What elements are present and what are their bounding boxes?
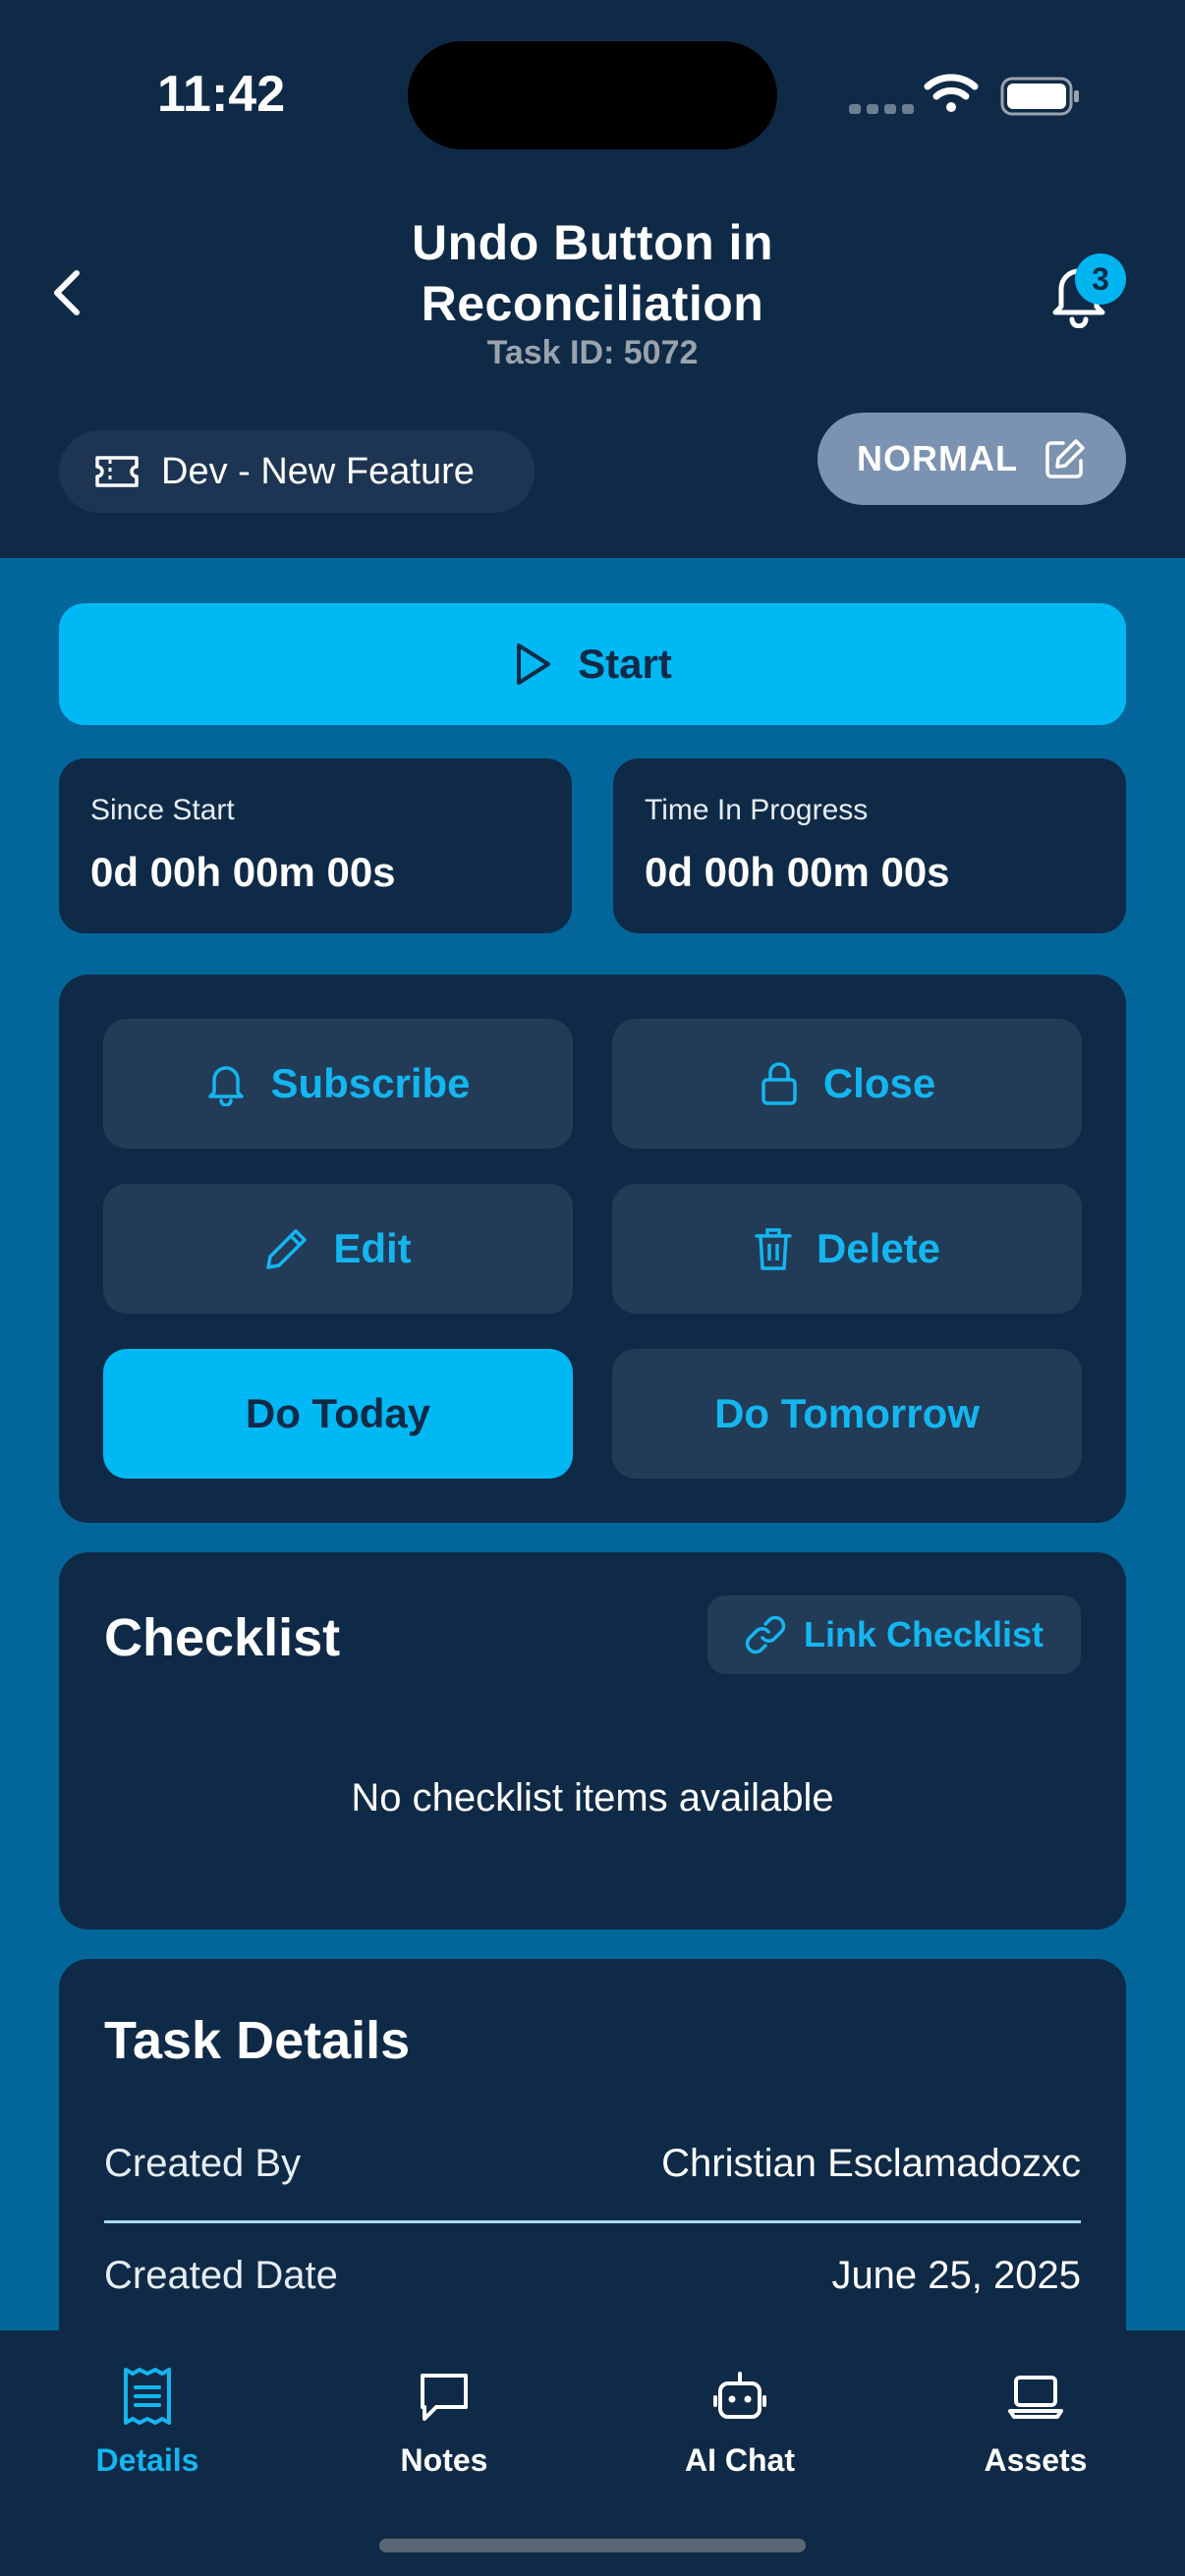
checklist-title: Checklist xyxy=(104,1608,341,1667)
trash-icon xyxy=(755,1228,792,1270)
page-title: Undo Button in Reconciliation xyxy=(412,215,773,331)
delete-button[interactable]: Delete xyxy=(612,1184,1082,1314)
laptop-icon xyxy=(1008,2376,1063,2419)
pencil-icon xyxy=(266,1229,308,1269)
checklist-empty-message: No checklist items available xyxy=(351,1776,834,1820)
tab-assets[interactable]: Assets xyxy=(918,2360,1154,2479)
lock-icon xyxy=(762,1062,797,1105)
chat-bubble-icon xyxy=(421,2374,468,2421)
tab-label: Assets xyxy=(984,2442,1088,2478)
tab-ai-chat[interactable]: AI Chat xyxy=(622,2360,858,2479)
checklist-panel: Checklist Link Checklist No checklist it… xyxy=(59,1552,1126,1930)
start-label: Start xyxy=(578,641,672,687)
tab-label: Details xyxy=(95,2442,199,2478)
ticket-icon xyxy=(95,456,139,487)
notification-badge: 3 xyxy=(1075,253,1126,305)
dynamic-island xyxy=(408,41,777,149)
edit-icon xyxy=(1045,439,1085,478)
back-button[interactable] xyxy=(43,263,92,322)
category-label: Dev - New Feature xyxy=(161,450,475,492)
detail-key: Created By xyxy=(104,2142,302,2185)
detail-value: June 25, 2025 xyxy=(831,2254,1081,2297)
robot-icon xyxy=(713,2372,766,2419)
task-header: 11:42 Undo Button in Reconciliation Task… xyxy=(0,0,1185,558)
status-time: 11:42 xyxy=(157,66,286,123)
actions-card: Subscribe Close Edit Delete Do Today Do … xyxy=(59,975,1126,1523)
tab-details[interactable]: Details xyxy=(29,2360,265,2479)
task-details-title: Task Details xyxy=(104,2011,411,2070)
detail-row-created-by: Created By Christian Esclamadozxc xyxy=(104,2142,1081,2186)
home-indicator[interactable] xyxy=(379,2539,806,2552)
detail-value: Christian Esclamadozxc xyxy=(661,2142,1081,2185)
tab-notes[interactable]: Notes xyxy=(326,2360,562,2479)
subscribe-button[interactable]: Subscribe xyxy=(103,1019,573,1148)
link-icon xyxy=(745,1615,786,1654)
close-button[interactable]: Close xyxy=(612,1019,1082,1148)
bell-icon xyxy=(208,1066,245,1106)
timer-value: 0d 00h 00m 00s xyxy=(645,849,950,895)
task-id: Task ID: 5072 xyxy=(486,334,699,371)
wifi-icon xyxy=(924,74,979,112)
priority-chip[interactable]: NORMAL xyxy=(818,413,1126,505)
detail-key: Created Date xyxy=(104,2254,338,2297)
receipt-icon xyxy=(124,2368,171,2425)
do-tomorrow-button[interactable]: Do Tomorrow xyxy=(612,1349,1082,1479)
timer-label: Time In Progress xyxy=(645,794,869,826)
task-details-panel: Task Details Created By Christian Esclam… xyxy=(59,1959,1126,2372)
cellular-signal-icon xyxy=(849,104,914,114)
start-button[interactable]: Start xyxy=(59,603,1126,725)
battery-icon xyxy=(1000,77,1079,116)
category-chip[interactable]: Dev - New Feature xyxy=(59,430,535,513)
detail-row-created-date: Created Date June 25, 2025 xyxy=(104,2254,1081,2298)
tab-label: AI Chat xyxy=(685,2442,795,2478)
in-progress-timer: Time In Progress 0d 00h 00m 00s xyxy=(613,758,1126,933)
priority-label: NORMAL xyxy=(857,438,1018,478)
tab-label: Notes xyxy=(400,2442,488,2478)
do-today-button[interactable]: Do Today xyxy=(103,1349,573,1479)
edit-button[interactable]: Edit xyxy=(103,1184,573,1314)
timer-value: 0d 00h 00m 00s xyxy=(90,849,396,895)
divider xyxy=(104,2220,1081,2223)
timer-label: Since Start xyxy=(90,794,235,826)
play-icon xyxy=(517,644,551,685)
link-checklist-button[interactable]: Link Checklist xyxy=(707,1596,1081,1674)
since-start-timer: Since Start 0d 00h 00m 00s xyxy=(59,758,572,933)
